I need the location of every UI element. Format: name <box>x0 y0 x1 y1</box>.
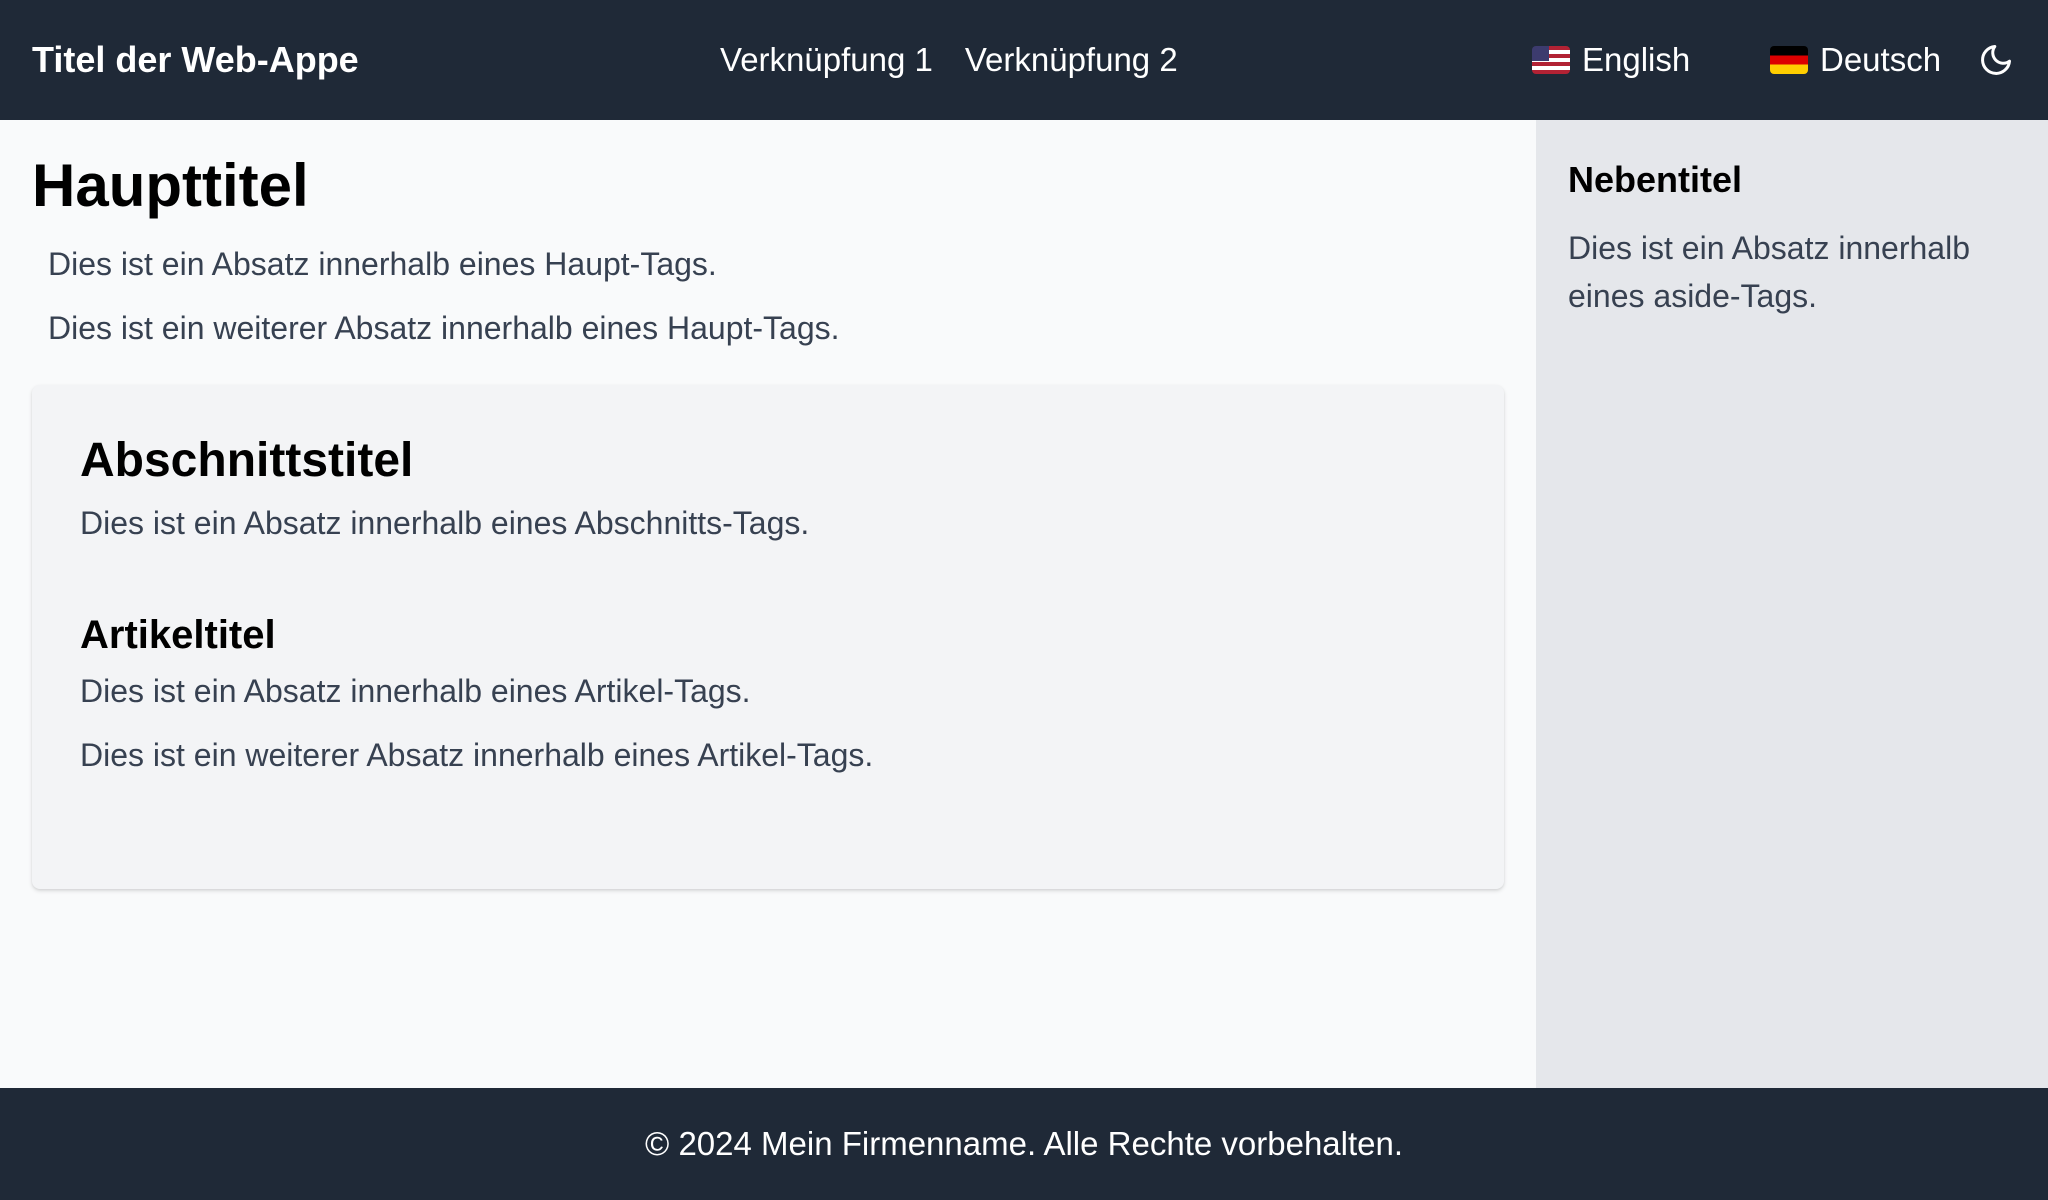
app-title[interactable]: Titel der Web-Appe <box>32 36 359 84</box>
language-deutsch-button[interactable]: Deutsch <box>1770 36 1941 84</box>
language-deutsch-label: Deutsch <box>1820 41 1942 78</box>
theme-toggle-button[interactable] <box>1978 42 2014 78</box>
nav-link-2[interactable]: Verknüpfung 2 <box>965 36 1178 84</box>
de-flag-icon <box>1770 46 1808 74</box>
us-flag-icon <box>1532 46 1570 74</box>
article-paragraph-1: Dies ist ein Absatz innerhalb eines Arti… <box>80 673 751 709</box>
section-title: Abschnittstitel <box>80 434 414 487</box>
language-english-button[interactable]: English <box>1532 36 1690 84</box>
main-paragraph-2: Dies ist ein weiterer Absatz innerhalb e… <box>48 310 840 346</box>
language-english-label: English <box>1582 41 1691 78</box>
footer-copyright: © 2024 Mein Firmenname. Alle Rechte vorb… <box>644 1125 1404 1162</box>
nav-link-1[interactable]: Verknüpfung 1 <box>720 36 933 84</box>
aside-paragraph: Dies ist ein Absatz innerhalb eines asid… <box>1568 230 1970 314</box>
content-section: Abschnittstitel Dies ist ein Absatz inne… <box>32 385 1504 889</box>
main-paragraph-1: Dies ist ein Absatz innerhalb eines Haup… <box>48 246 717 282</box>
main-nav: Verknüpfung 1 Verknüpfung 2 <box>720 36 1178 84</box>
aside-title: Nebentitel <box>1568 159 1743 200</box>
page-footer: © 2024 Mein Firmenname. Alle Rechte vorb… <box>0 1088 2048 1200</box>
main-title: Haupttitel <box>32 152 309 219</box>
article-title: Artikeltitel <box>80 613 276 657</box>
app-header: Titel der Web-Appe Verknüpfung 1 Verknüp… <box>0 0 2048 120</box>
main-content: Haupttitel Dies ist ein Absatz innerhalb… <box>0 120 1536 1088</box>
sidebar: Nebentitel Dies ist ein Absatz innerhalb… <box>1536 120 2048 1088</box>
section-paragraph: Dies ist ein Absatz innerhalb eines Absc… <box>80 505 810 541</box>
moon-icon <box>1981 45 2011 75</box>
article-paragraph-2: Dies ist ein weiterer Absatz innerhalb e… <box>80 737 874 773</box>
